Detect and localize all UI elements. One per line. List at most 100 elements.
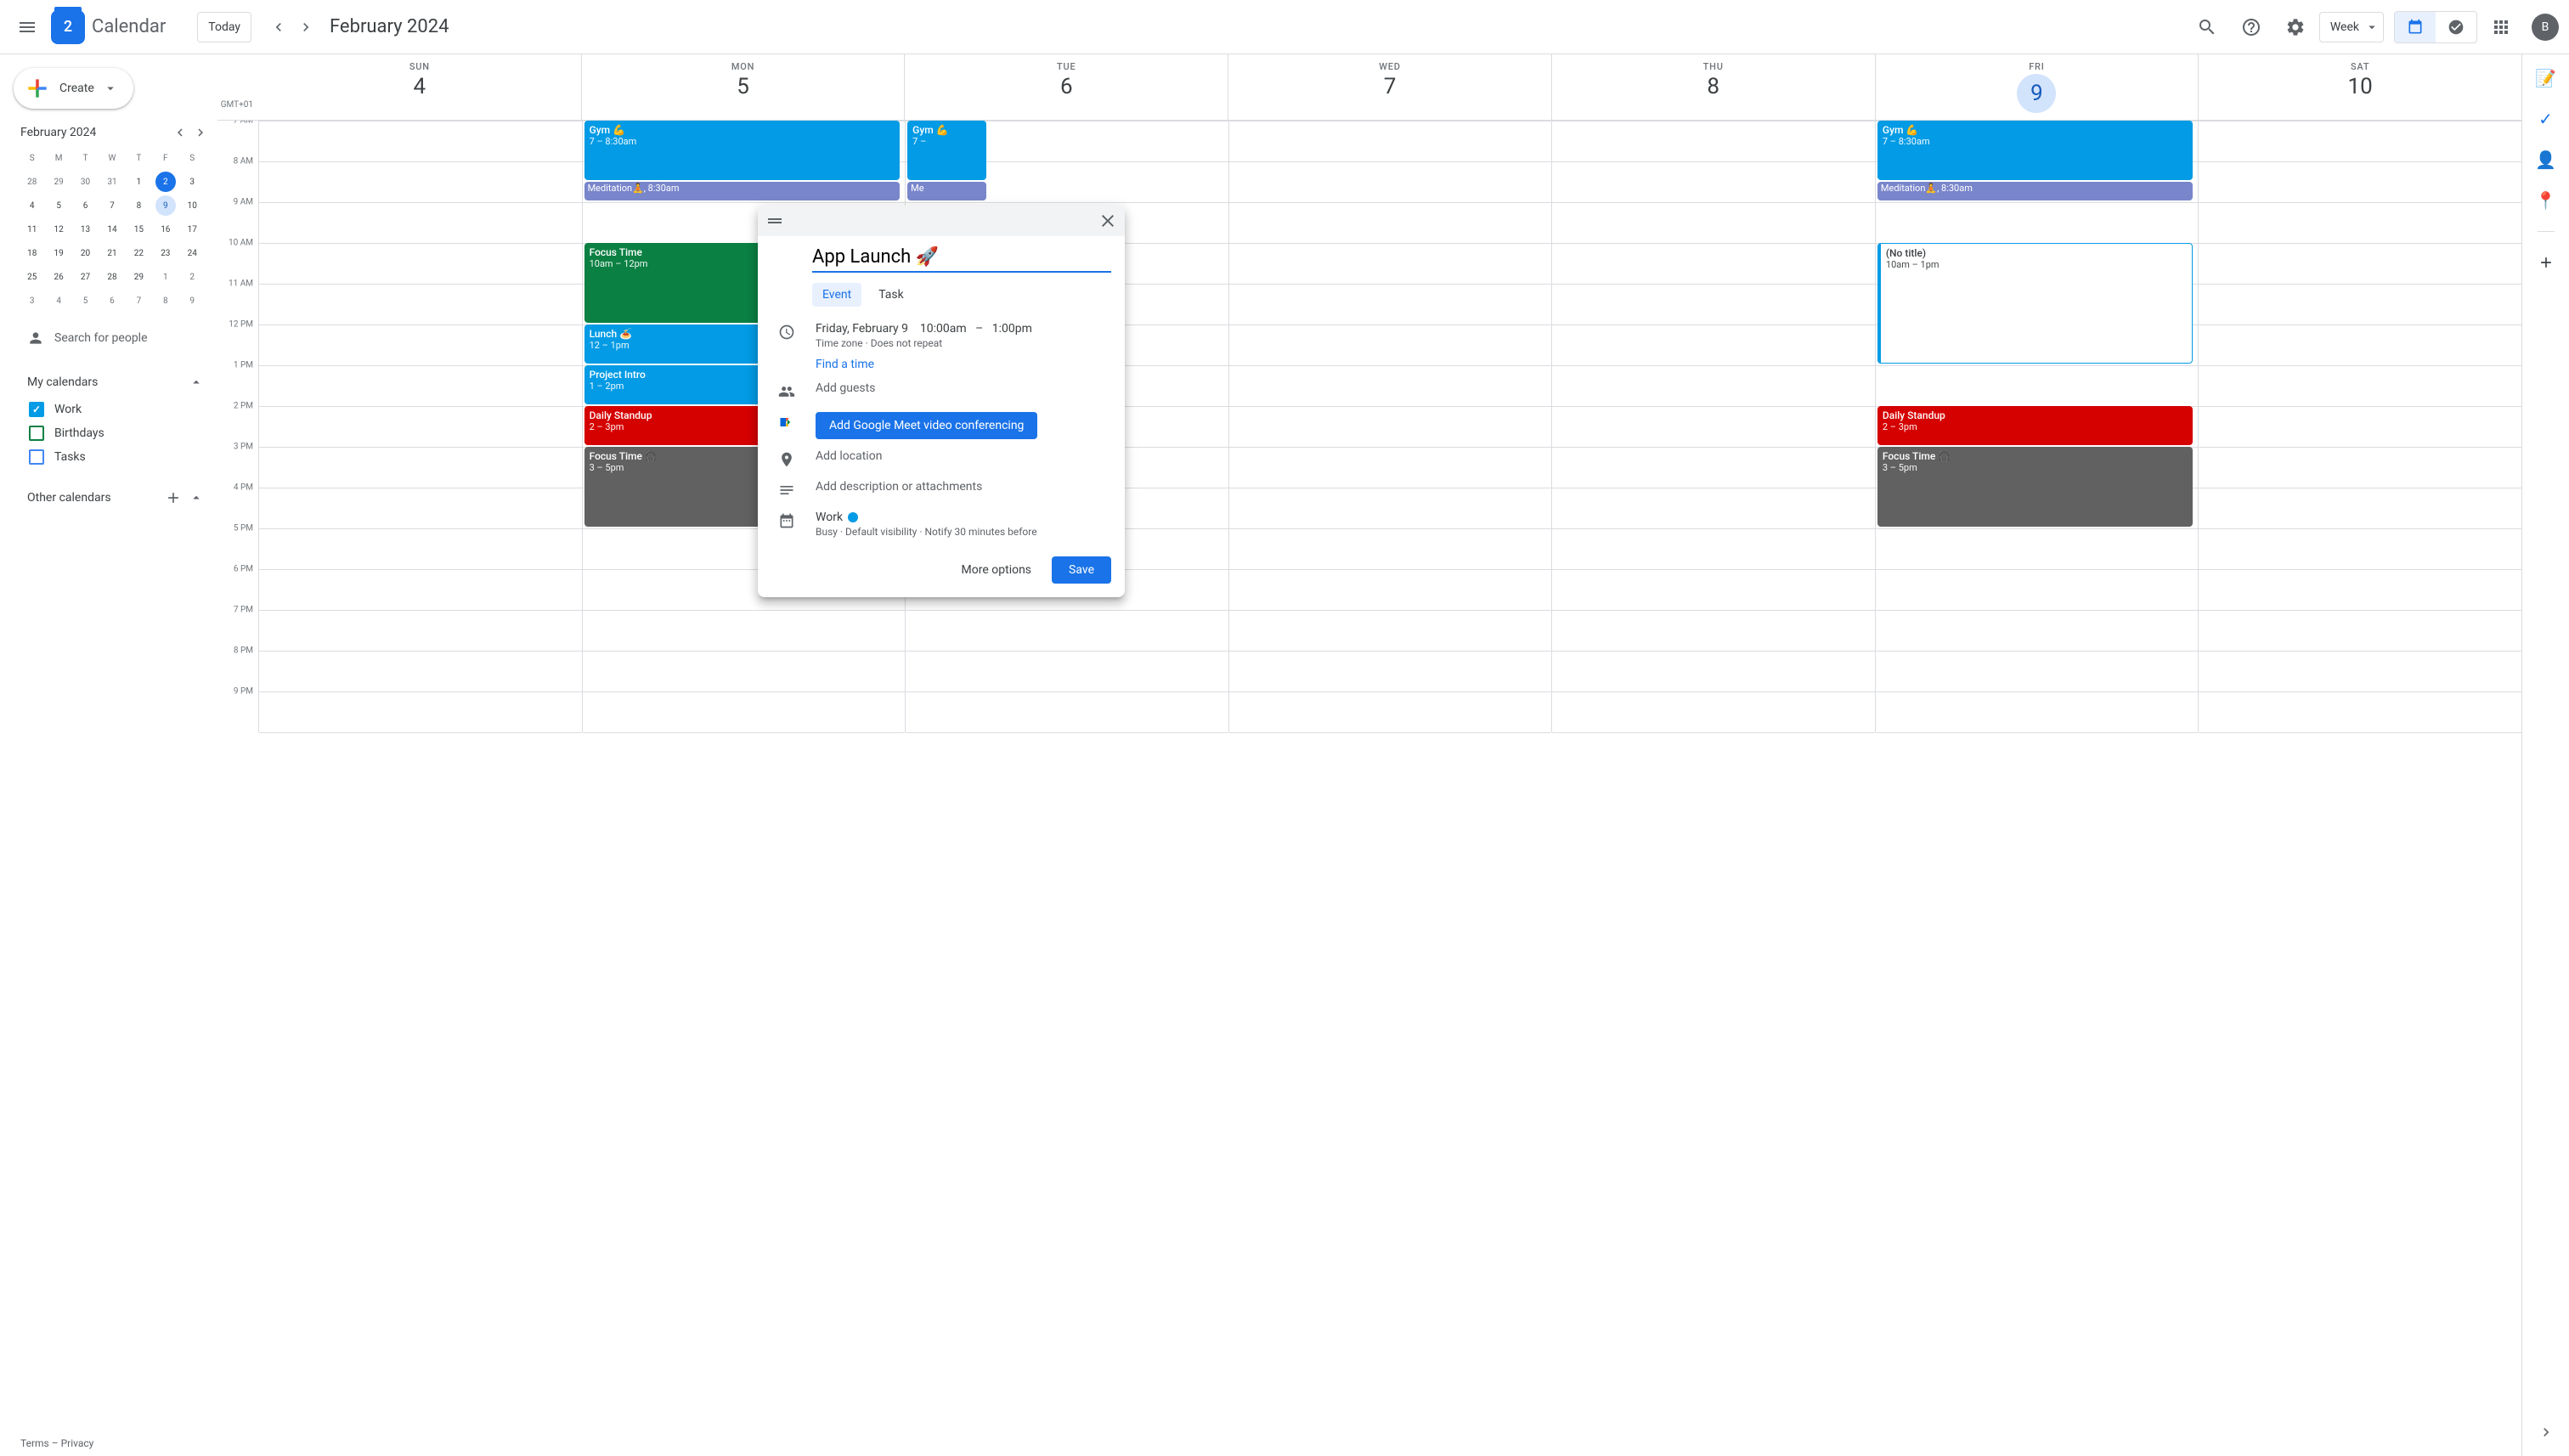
day-column[interactable] xyxy=(2198,121,2521,732)
mini-day[interactable]: 7 xyxy=(102,195,122,216)
find-time-link[interactable]: Find a time xyxy=(816,358,1111,371)
mini-day[interactable]: 8 xyxy=(155,291,176,311)
mini-day[interactable]: 5 xyxy=(76,291,96,311)
mini-day[interactable]: 4 xyxy=(22,195,42,216)
calendar-event[interactable]: Daily Standup2 – 3pm xyxy=(1877,406,2194,445)
event-title-input[interactable] xyxy=(812,243,1111,273)
main-menu-button[interactable] xyxy=(7,7,48,48)
more-options-button[interactable]: More options xyxy=(948,556,1046,584)
event-defaults-info[interactable]: Busy · Default visibility · Notify 30 mi… xyxy=(816,526,1111,538)
calendar-event[interactable]: Gym 💪7 – 8:30am xyxy=(1877,121,2194,180)
add-guests-field[interactable]: Add guests xyxy=(816,381,1111,395)
header-date-range[interactable]: February 2024 xyxy=(330,16,449,37)
mini-day[interactable]: 29 xyxy=(48,172,69,192)
day-column[interactable]: Gym 💪7 – 8:30am Meditation🧘, 8:30am (No ti… xyxy=(1875,121,2199,732)
maps-addon-icon[interactable]: 📍 xyxy=(2529,183,2563,217)
event-tab[interactable]: Event xyxy=(812,283,861,307)
calendar-event[interactable]: Focus Time 🎧3 – 5pm xyxy=(1877,447,2194,527)
mini-day[interactable]: 24 xyxy=(182,243,202,263)
other-calendars-toggle[interactable]: Other calendars xyxy=(27,483,204,513)
keep-addon-icon[interactable]: 📝 xyxy=(2529,61,2563,95)
mini-day[interactable]: 30 xyxy=(76,172,96,192)
calendar-event[interactable]: Meditation🧘, 8:30am xyxy=(1877,182,2194,200)
calendar-item[interactable]: Work xyxy=(27,398,204,421)
mini-day[interactable]: 8 xyxy=(128,195,149,216)
mini-day[interactable]: 1 xyxy=(128,172,149,192)
mini-day[interactable]: 5 xyxy=(48,195,69,216)
mini-day[interactable]: 11 xyxy=(22,219,42,240)
day-header[interactable]: SAT10 xyxy=(2198,54,2521,120)
privacy-link[interactable]: Privacy xyxy=(61,1437,94,1449)
mini-day[interactable]: 20 xyxy=(76,243,96,263)
mini-day[interactable]: 29 xyxy=(128,267,149,287)
my-calendars-toggle[interactable]: My calendars xyxy=(27,367,204,398)
day-header[interactable]: WED7 xyxy=(1228,54,1551,120)
mini-day[interactable]: 3 xyxy=(22,291,42,311)
create-button[interactable]: Create xyxy=(14,68,133,109)
app-logo[interactable]: 2 Calendar xyxy=(51,10,187,44)
calendar-event[interactable]: (No title)10am – 1pm xyxy=(1877,243,2194,364)
mini-day[interactable]: 17 xyxy=(182,219,202,240)
mini-day[interactable]: 7 xyxy=(128,291,149,311)
view-selector[interactable]: Week xyxy=(2319,12,2384,42)
mini-day[interactable]: 4 xyxy=(48,291,69,311)
collapse-panel-button[interactable] xyxy=(2529,1415,2563,1449)
mini-calendar-title[interactable]: February 2024 xyxy=(20,126,170,139)
day-header[interactable]: SUN4 xyxy=(258,54,581,120)
mini-day[interactable]: 28 xyxy=(22,172,42,192)
day-header[interactable]: TUE6 xyxy=(904,54,1228,120)
event-date[interactable]: Friday, February 9 xyxy=(816,322,908,336)
end-time[interactable]: 1:00pm xyxy=(992,322,1032,336)
task-tab[interactable]: Task xyxy=(868,283,914,307)
add-meet-button[interactable]: Add Google Meet video conferencing xyxy=(816,412,1037,439)
plus-icon[interactable] xyxy=(165,489,182,506)
mini-day[interactable]: 16 xyxy=(155,219,176,240)
today-button[interactable]: Today xyxy=(197,12,251,42)
day-column[interactable] xyxy=(1228,121,1552,732)
mini-day[interactable]: 12 xyxy=(48,219,69,240)
mini-day[interactable]: 10 xyxy=(182,195,202,216)
calendar-item[interactable]: Birthdays xyxy=(27,421,204,445)
mini-day[interactable]: 23 xyxy=(155,243,176,263)
mini-day[interactable]: 22 xyxy=(128,243,149,263)
mini-day[interactable]: 18 xyxy=(22,243,42,263)
close-button[interactable] xyxy=(1094,207,1121,234)
mini-day[interactable]: 21 xyxy=(102,243,122,263)
terms-link[interactable]: Terms xyxy=(20,1437,49,1449)
calendar-selector[interactable]: Work xyxy=(816,511,858,524)
mini-prev-month[interactable] xyxy=(170,122,190,143)
timezone-repeat-info[interactable]: Time zone · Does not repeat xyxy=(816,337,1111,349)
day-column[interactable] xyxy=(258,121,582,732)
next-week-button[interactable] xyxy=(292,14,319,41)
start-time[interactable]: 10:00am xyxy=(920,322,967,336)
calendar-event[interactable]: Gym 💪7 – 8:30am xyxy=(584,121,901,180)
mini-day[interactable]: 2 xyxy=(155,172,176,192)
day-header[interactable]: FRI9 xyxy=(1875,54,2199,120)
support-button[interactable] xyxy=(2231,7,2272,48)
mini-day[interactable]: 19 xyxy=(48,243,69,263)
mini-day[interactable]: 6 xyxy=(76,195,96,216)
apps-button[interactable] xyxy=(2481,7,2521,48)
calendar-checkbox[interactable] xyxy=(29,426,44,441)
day-header[interactable]: MON5 xyxy=(581,54,905,120)
calendar-checkbox[interactable] xyxy=(29,449,44,465)
add-location-field[interactable]: Add location xyxy=(816,449,1111,463)
calendar-event[interactable]: Me xyxy=(907,182,986,200)
day-column[interactable] xyxy=(1551,121,1875,732)
calendar-event[interactable]: Gym 💪7 – xyxy=(907,121,986,180)
calendar-checkbox[interactable] xyxy=(29,402,44,417)
mini-day[interactable]: 1 xyxy=(155,267,176,287)
mini-day[interactable]: 26 xyxy=(48,267,69,287)
calendar-item[interactable]: Tasks xyxy=(27,445,204,469)
tasks-mode-toggle[interactable] xyxy=(2436,12,2476,42)
calendar-mode-toggle[interactable] xyxy=(2395,12,2436,42)
mini-day[interactable]: 28 xyxy=(102,267,122,287)
mini-day[interactable]: 9 xyxy=(182,291,202,311)
mini-day[interactable]: 14 xyxy=(102,219,122,240)
settings-button[interactable] xyxy=(2275,7,2316,48)
mini-day[interactable]: 9 xyxy=(155,195,176,216)
account-avatar[interactable]: B xyxy=(2532,14,2559,41)
mini-day[interactable]: 31 xyxy=(102,172,122,192)
calendar-event[interactable]: Meditation🧘, 8:30am xyxy=(584,182,901,200)
save-event-button[interactable]: Save xyxy=(1052,556,1111,584)
